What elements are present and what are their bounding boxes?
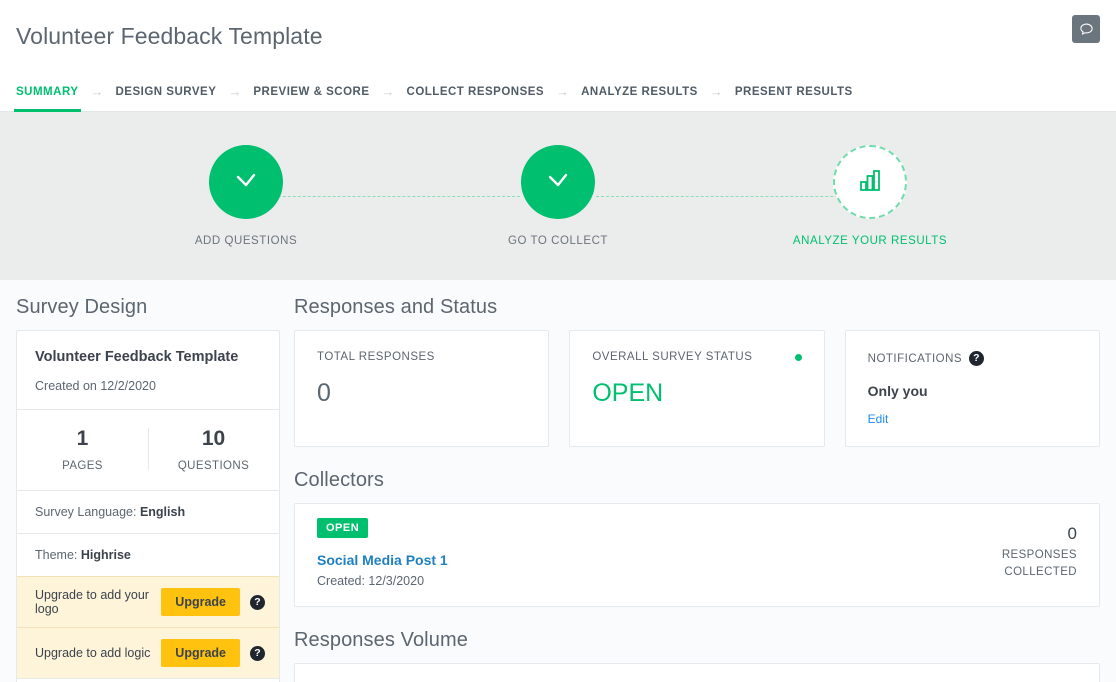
tab-preview-score-label: PREVIEW & SCORE: [253, 85, 370, 98]
survey-theme-value: Highrise: [80, 548, 131, 563]
step-add-questions-circle[interactable]: [209, 145, 283, 219]
survey-status-card: OVERALL SURVEY STATUS OPEN: [569, 330, 825, 447]
status-dot-icon: [794, 354, 802, 361]
collector-count-label-line1: RESPONSES: [1001, 549, 1077, 561]
bar-chart-icon: [855, 165, 885, 200]
responses-volume-card: No survey responses yet What is this?: [294, 663, 1100, 682]
upgrade-logic-row: Upgrade to add logic Upgrade ?: [17, 627, 279, 679]
upgrade-logic-button[interactable]: Upgrade: [161, 639, 240, 668]
survey-design-header: Volunteer Feedback Template Created on 1…: [17, 331, 279, 409]
stat-questions: 10 QUESTIONS: [148, 426, 279, 472]
nav-arrow-icon: →: [90, 84, 104, 99]
stat-pages: 1 PAGES: [17, 426, 148, 472]
tab-summary[interactable]: SUMMARY: [14, 72, 81, 112]
survey-status-value: OPEN: [592, 379, 664, 407]
survey-created-date: Created on 12/2/2020: [35, 379, 156, 393]
check-icon: [229, 163, 263, 202]
survey-theme-row: Theme: Highrise: [17, 533, 279, 576]
progress-stepper: ADD QUESTIONS GO TO COLLECT ANALYZE YOUR…: [0, 112, 1116, 280]
step-analyze-results[interactable]: ANALYZE YOUR RESULTS: [790, 145, 950, 247]
upgrade-logo-row: Upgrade to add your logo Upgrade ?: [17, 576, 279, 628]
step-analyze-results-circle[interactable]: [833, 145, 907, 219]
page-title: Volunteer Feedback Template: [16, 22, 323, 49]
responses-volume-title: Responses Volume: [294, 629, 468, 651]
stat-pages-label: PAGES: [62, 460, 103, 473]
stat-questions-value: 10: [201, 427, 226, 450]
survey-design-card: Volunteer Feedback Template Created on 1…: [16, 330, 280, 682]
tab-present-results[interactable]: PRESENT RESULTS: [733, 72, 855, 111]
collectors-title: Collectors: [294, 469, 384, 491]
upgrade-logo-label: Upgrade to add your logo: [35, 588, 149, 617]
help-icon[interactable]: ?: [250, 594, 265, 610]
check-icon: [541, 163, 575, 202]
survey-design-panel: Survey Design Volunteer Feedback Templat…: [16, 296, 280, 682]
total-responses-card: TOTAL RESPONSES 0: [294, 330, 550, 447]
help-icon[interactable]: ?: [969, 351, 985, 366]
survey-nav-tabs: SUMMARY → DESIGN SURVEY → PREVIEW & SCOR…: [0, 72, 1116, 112]
speech-bubble-icon: [1079, 22, 1094, 37]
nav-arrow-icon: →: [381, 84, 395, 99]
tab-design-survey[interactable]: DESIGN SURVEY: [114, 72, 219, 111]
total-responses-label: TOTAL RESPONSES: [317, 351, 435, 363]
collector-count-label-line2: COLLECTED: [1004, 566, 1077, 579]
survey-design-title: Survey Design: [16, 296, 148, 318]
survey-name: Volunteer Feedback Template: [35, 349, 239, 365]
stat-questions-label: QUESTIONS: [177, 460, 250, 473]
collector-status-badge: OPEN: [317, 518, 369, 538]
tab-present-results-label: PRESENT RESULTS: [734, 85, 853, 98]
survey-language-row: Survey Language: English: [17, 490, 279, 533]
collector-card: OPEN Social Media Post 1 Created: 12/3/2…: [294, 503, 1100, 607]
tab-design-survey-label: DESIGN SURVEY: [115, 85, 217, 98]
step-add-questions-label: ADD QUESTIONS: [194, 235, 298, 247]
sidebar-next-row-partial: [17, 678, 279, 682]
step-go-to-collect[interactable]: GO TO COLLECT: [478, 145, 638, 247]
upgrade-logic-label: Upgrade to add logic: [35, 646, 151, 661]
survey-stats: 1 PAGES 10 QUESTIONS: [17, 409, 279, 490]
notifications-card: NOTIFICATIONS ? Only you Edit: [844, 330, 1100, 447]
app-header: Volunteer Feedback Template: [0, 0, 1116, 72]
tab-collect-responses[interactable]: COLLECT RESPONSES: [405, 72, 547, 111]
collector-info: OPEN Social Media Post 1 Created: 12/3/2…: [317, 518, 1002, 588]
notifications-edit-link[interactable]: Edit: [868, 412, 889, 426]
step-analyze-results-label: ANALYZE YOUR RESULTS: [792, 235, 948, 247]
collector-count-value: 0: [1067, 524, 1077, 543]
collector-count-label: RESPONSES COLLECTED: [1002, 547, 1077, 582]
upgrade-logo-button[interactable]: Upgrade: [161, 588, 240, 617]
total-responses-value: 0: [317, 379, 331, 407]
help-icon[interactable]: ?: [250, 645, 265, 661]
notifications-label-text: NOTIFICATIONS: [867, 352, 963, 365]
tab-analyze-results-label: ANALYZE RESULTS: [581, 85, 698, 98]
collector-created-date: Created: 12/3/2020: [317, 574, 425, 588]
survey-language-value: English: [139, 505, 186, 520]
tab-analyze-results[interactable]: ANALYZE RESULTS: [579, 72, 700, 111]
status-cards-row: TOTAL RESPONSES 0 OVERALL SURVEY STATUS …: [294, 330, 1100, 447]
collector-name-link[interactable]: Social Media Post 1: [317, 552, 1002, 568]
survey-status-label: OVERALL SURVEY STATUS: [592, 351, 753, 363]
collector-response-count: 0 RESPONSES COLLECTED: [1002, 518, 1077, 582]
tab-preview-score[interactable]: PREVIEW & SCORE: [251, 72, 371, 111]
nav-arrow-icon: →: [556, 84, 570, 99]
feedback-button[interactable]: [1072, 15, 1100, 43]
step-add-questions[interactable]: ADD QUESTIONS: [166, 145, 326, 247]
notifications-label: NOTIFICATIONS ?: [868, 351, 1077, 366]
responses-and-status-title: Responses and Status: [294, 296, 498, 318]
notifications-value: Only you: [867, 383, 928, 399]
survey-theme-label: Theme:: [35, 548, 78, 563]
survey-language-label: Survey Language:: [35, 505, 137, 520]
dashboard-body: Survey Design Volunteer Feedback Templat…: [0, 280, 1116, 682]
tab-collect-responses-label: COLLECT RESPONSES: [406, 85, 545, 98]
nav-arrow-icon: →: [228, 84, 242, 99]
main-column: Responses and Status TOTAL RESPONSES 0 O…: [294, 296, 1100, 682]
nav-arrow-icon: →: [709, 84, 723, 99]
step-go-to-collect-label: GO TO COLLECT: [507, 235, 609, 247]
tab-summary-label: SUMMARY: [16, 85, 79, 98]
step-go-to-collect-circle[interactable]: [521, 145, 595, 219]
stat-pages-value: 1: [76, 427, 89, 450]
